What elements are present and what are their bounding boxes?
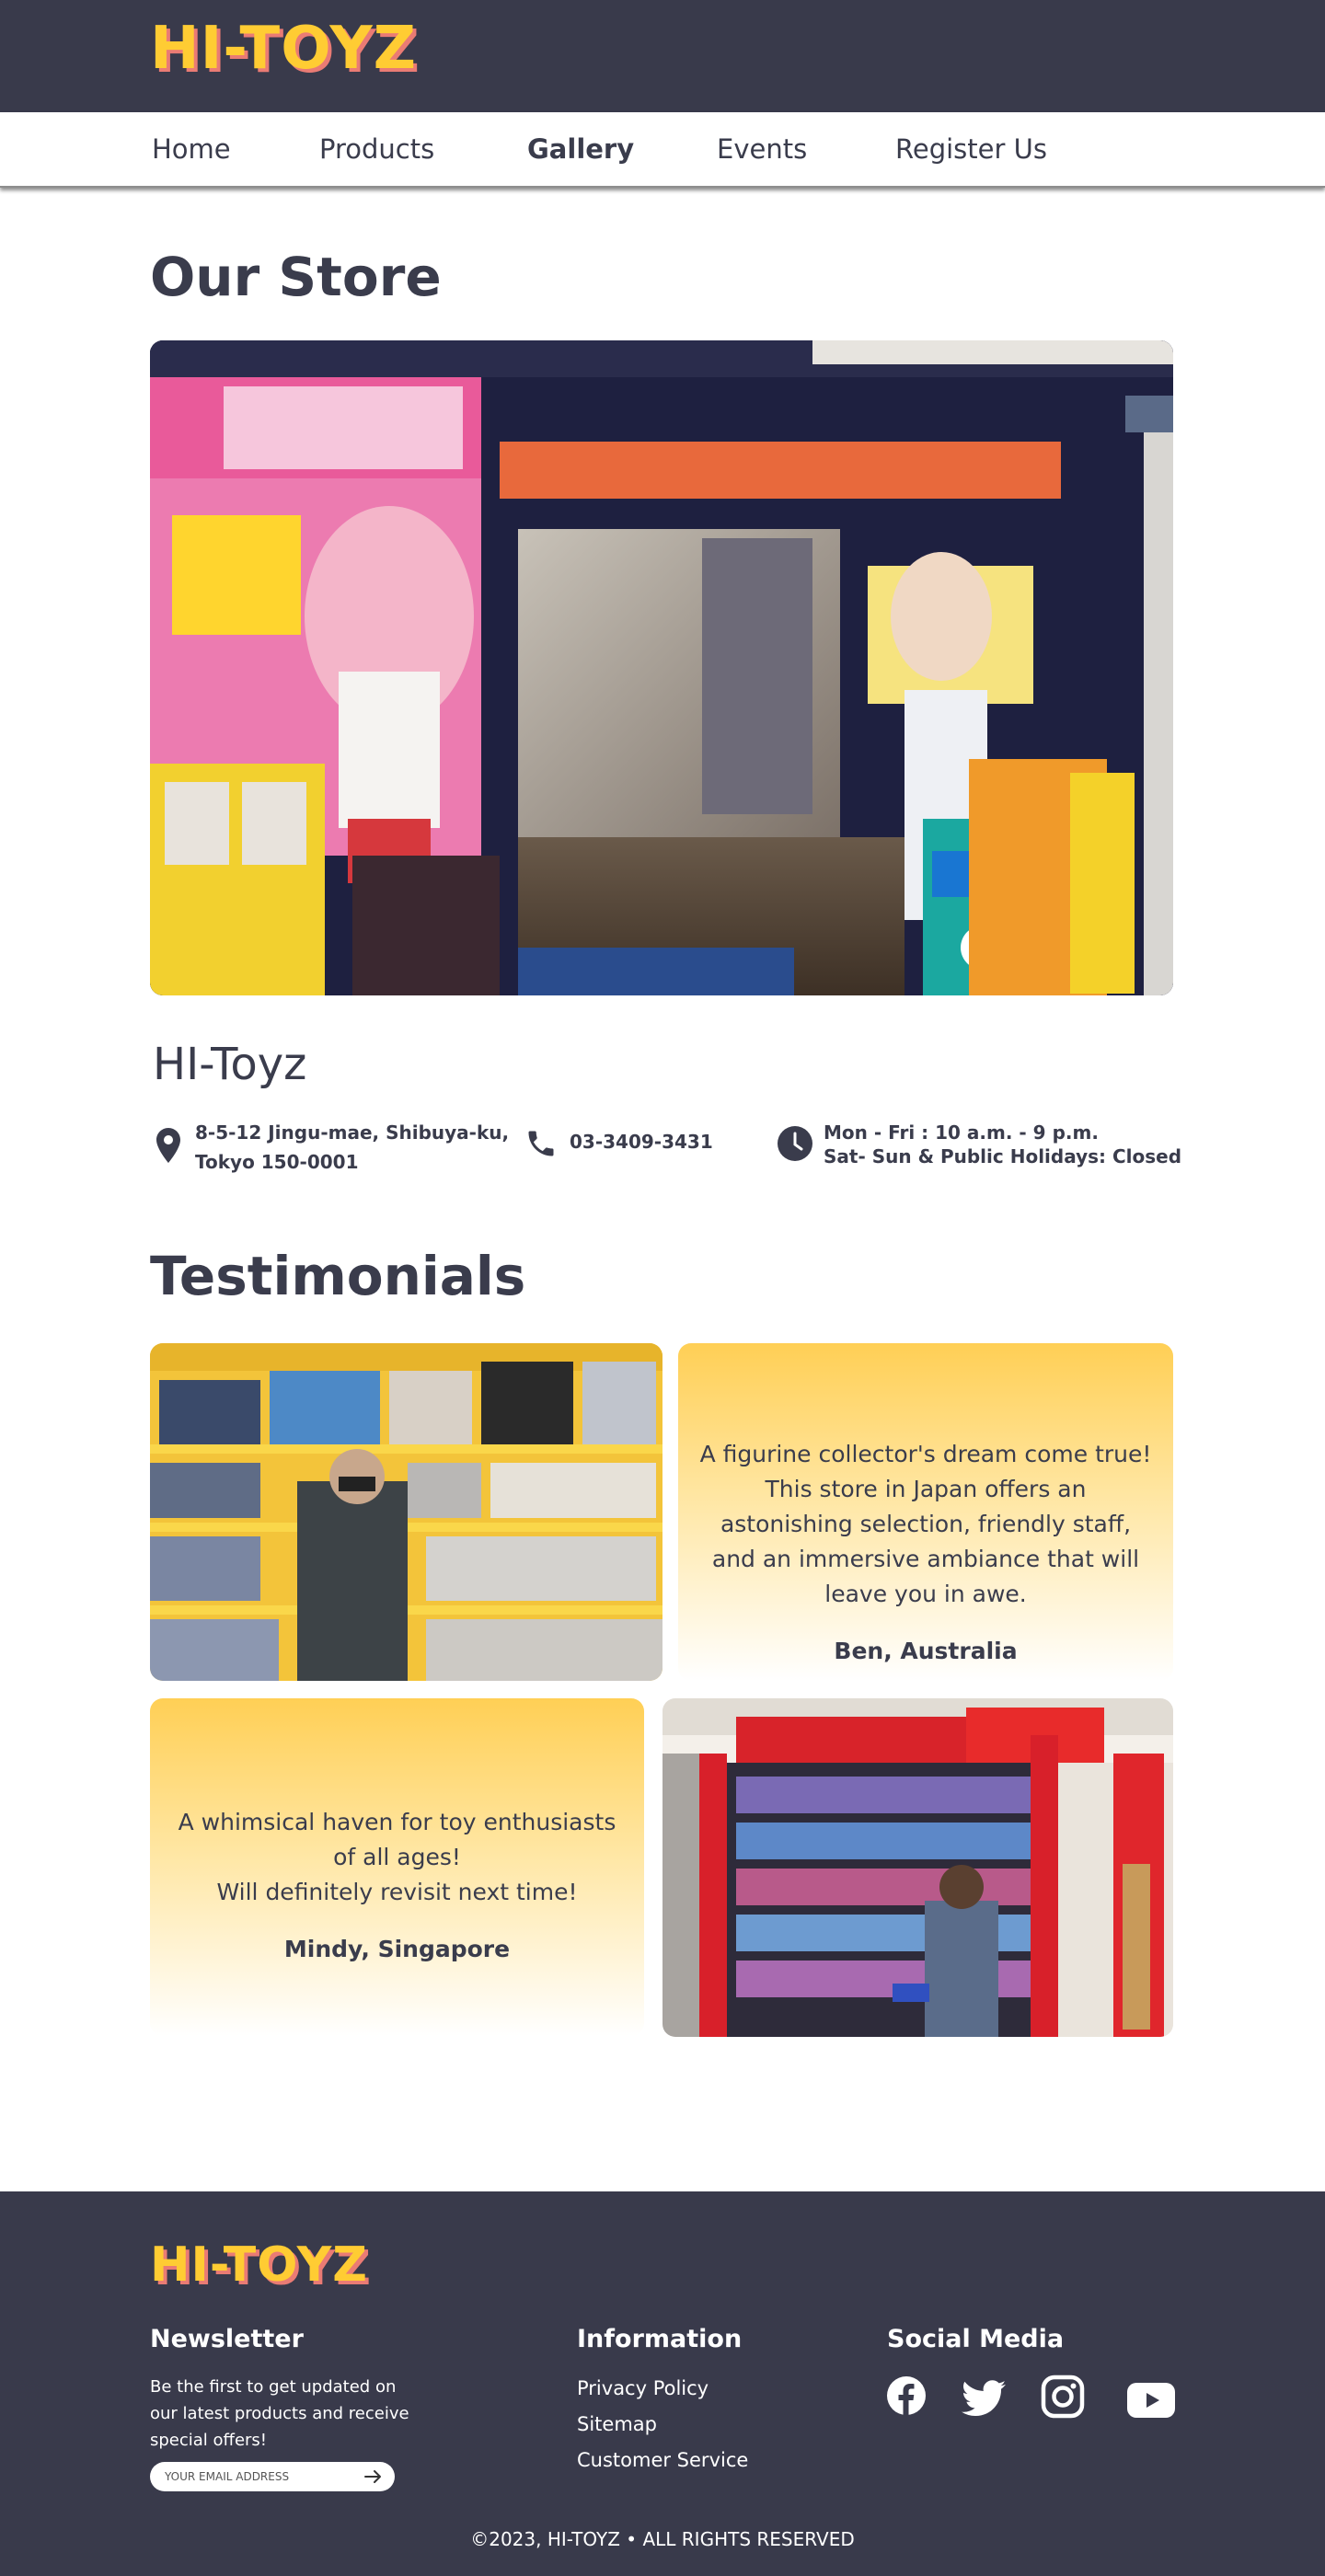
address-line-2: Tokyo 150-0001 (195, 1151, 359, 1173)
storefront-photo (150, 340, 1173, 995)
top-header: HI-TOYZ (0, 0, 1325, 112)
testimonial-card-ben: A figurine collector's dream come true! … (678, 1343, 1173, 1681)
social-heading: Social Media (887, 2325, 1065, 2353)
main-nav: Home Products Gallery Events Register Us (0, 112, 1325, 188)
brand-logo[interactable]: HI-TOYZ (150, 15, 417, 83)
instagram-icon[interactable] (1041, 2375, 1085, 2419)
footer-link-privacy-policy[interactable]: Privacy Policy (577, 2375, 709, 2401)
testimonial-quote: A whimsical haven for toy enthusiasts of… (178, 1809, 616, 1905)
phone-number[interactable]: 03-3409-3431 (570, 1128, 713, 1156)
hours-weekend: Sat- Sun & Public Holidays: Closed (824, 1145, 1182, 1167)
information-heading: Information (577, 2325, 743, 2353)
testimonial-author: Ben, Australia (834, 1638, 1018, 1664)
footer-logo[interactable]: HI-TOYZ (150, 2237, 368, 2293)
newsletter-heading: Newsletter (150, 2325, 304, 2353)
location-pin-icon (156, 1128, 180, 1163)
phone-icon (528, 1131, 554, 1156)
store-name: HI-Toyz (153, 1039, 307, 1090)
nav-products[interactable]: Products (319, 132, 434, 166)
nav-events[interactable]: Events (717, 132, 807, 166)
footer: HI-TOYZ Newsletter Be the first to get u… (0, 2191, 1325, 2576)
testimonial-photo-lego-shelves (150, 1343, 662, 1681)
store-heading: Our Store (150, 246, 442, 308)
newsletter-text: Be the first to get updated on our lates… (150, 2377, 409, 2450)
facebook-icon[interactable] (887, 2376, 926, 2415)
testimonial-author: Mindy, Singapore (283, 1936, 511, 1962)
nav-home[interactable]: Home (152, 132, 231, 166)
testimonials-heading: Testimonials (150, 1245, 526, 1307)
testimonial-card-mindy: A whimsical haven for toy enthusiasts of… (150, 1698, 644, 2036)
nav-register-us[interactable]: Register Us (895, 132, 1047, 166)
nav-gallery[interactable]: Gallery (527, 132, 634, 166)
address-line-1: 8-5-12 Jingu-mae, Shibuya-ku, (195, 1121, 510, 1144)
testimonial-quote: A figurine collector's dream come true! … (699, 1441, 1152, 1607)
arrow-right-icon[interactable] (364, 2469, 383, 2484)
newsletter-email-input[interactable] (150, 2462, 395, 2491)
twitter-icon[interactable] (962, 2380, 1006, 2417)
copyright-text: ©2023, HI-TOYZ • ALL RIGHTS RESERVED (470, 2528, 855, 2550)
footer-link-customer-service[interactable]: Customer Service (577, 2447, 748, 2473)
testimonial-photo-toy-aisle (662, 1698, 1173, 2037)
footer-link-sitemap[interactable]: Sitemap (577, 2411, 657, 2437)
youtube-icon[interactable] (1127, 2383, 1175, 2418)
clock-icon (778, 1126, 812, 1161)
